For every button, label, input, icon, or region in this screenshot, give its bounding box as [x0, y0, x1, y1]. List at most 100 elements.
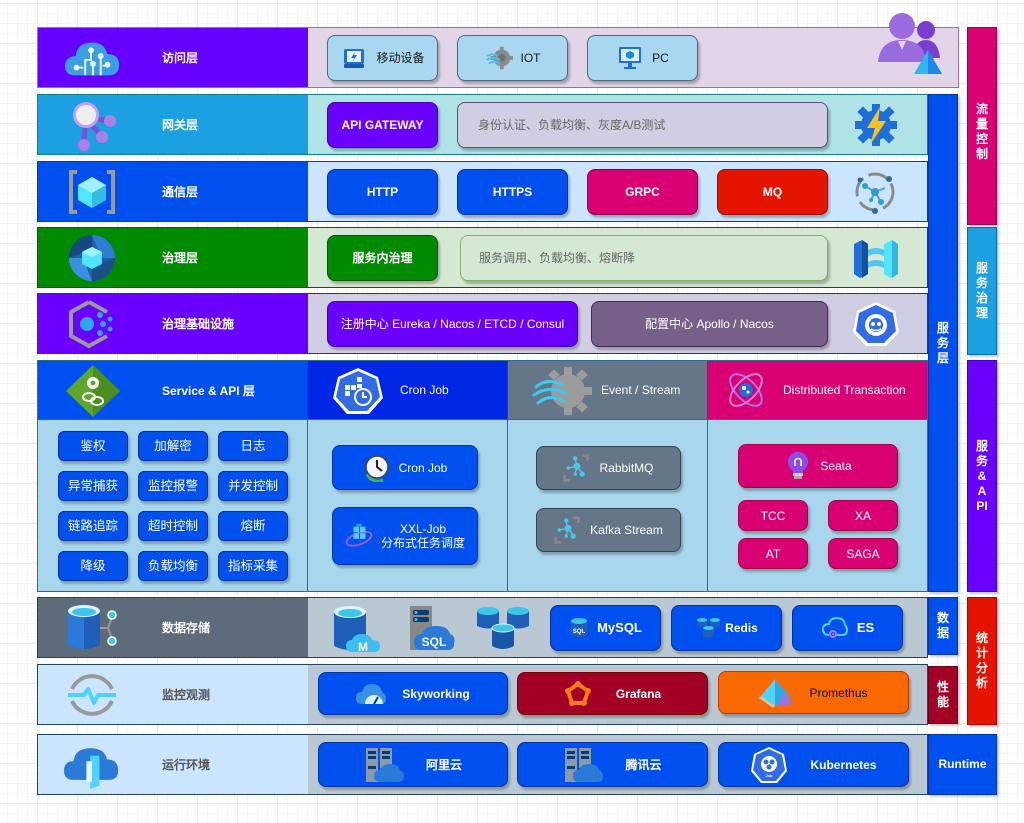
feature-button[interactable]: 并发控制: [218, 471, 288, 501]
protocol-http-button[interactable]: HTTP: [327, 169, 438, 215]
performance-bar: 性能: [928, 666, 958, 724]
statistics-bar: 统计分析: [967, 597, 997, 725]
iot-gear-icon: [485, 44, 513, 72]
tx-mode-saga[interactable]: SAGA: [828, 538, 898, 569]
skywalking-label: Skyworking: [402, 686, 470, 701]
tx-mode-xa[interactable]: XA: [828, 500, 898, 531]
feature-button[interactable]: 降级: [58, 551, 128, 581]
es-button[interactable]: ES: [792, 605, 903, 651]
config-center-button[interactable]: 配置中心 Apollo / Nacos: [591, 301, 828, 347]
hub-network-icon: [853, 170, 897, 219]
infrastructure-layer-label-cell: 治理基础设施: [38, 294, 308, 353]
gateway-description-text: 身份认证、负载均衡、灰度A/B测试: [478, 118, 666, 132]
access-item-iot-label: IOT: [520, 51, 541, 65]
seata-button[interactable]: Seata: [738, 444, 898, 488]
rabbitmq-button[interactable]: RabbitMQ: [536, 446, 681, 490]
svg-text:SQL: SQL: [573, 629, 586, 635]
feature-button-label: 降级: [80, 559, 106, 573]
protocol-mq-label: MQ: [762, 185, 783, 199]
event-stream-header: Event / Stream: [508, 361, 708, 419]
clock-icon: [363, 454, 391, 482]
tx-mode-at[interactable]: AT: [738, 538, 808, 569]
svg-text:SQL: SQL: [422, 635, 447, 649]
performance-bar-label: 性能: [936, 680, 949, 709]
distributed-transaction-title: Distributed Transaction: [783, 383, 906, 397]
protocol-https-button[interactable]: HTTPS: [457, 169, 568, 215]
storage-layer-title: 数据存储: [162, 621, 211, 635]
protocol-grpc-button[interactable]: GRPC: [587, 169, 698, 215]
feature-button[interactable]: 日志: [218, 431, 288, 461]
infrastructure-layer-content: 注册中心 Eureka / Nacos / ETCD / Consul 配置中心…: [308, 294, 927, 353]
governance-layer-title: 治理层: [162, 251, 199, 265]
prometheus-button[interactable]: Promethus: [718, 671, 909, 714]
feature-button[interactable]: 指标采集: [218, 551, 288, 581]
feature-button[interactable]: 加解密: [138, 431, 208, 461]
service-api-layer: Service & API 层 Cron Job Event / Stream …: [37, 360, 928, 592]
cron-job-button[interactable]: Cron Job: [332, 445, 478, 490]
prometheus-label: Promethus: [809, 685, 868, 700]
access-item-pc[interactable]: PC: [587, 35, 698, 81]
governance-description-text: 服务调用、负载均衡、熔断降: [479, 251, 636, 265]
governance-layer: 治理层 服务内治理 服务调用、负载均衡、熔断降: [37, 227, 928, 288]
communication-layer-content: HTTP HTTPS GRPC MQ: [308, 162, 927, 221]
feature-button-label: 负载均衡: [147, 559, 198, 573]
access-item-iot[interactable]: IOT: [457, 35, 568, 81]
kafka-stream-button[interactable]: Kafka Stream: [536, 508, 681, 552]
feature-button[interactable]: 熔断: [218, 511, 288, 541]
cloud-circuit-icon: [64, 33, 120, 83]
kubernetes-label: Kubernetes: [810, 757, 877, 772]
feature-button-label: 并发控制: [227, 479, 278, 493]
traffic-control-bar: 流量控制: [967, 27, 997, 225]
storage-layer-content: M SQL SQL MySQL Redis ES: [308, 598, 927, 657]
redis-cluster-icon: [695, 614, 723, 642]
infrastructure-layer: 治理基础设施 注册中心 Eureka / Nacos / ETCD / Cons…: [37, 293, 928, 354]
skywalking-button[interactable]: Skyworking: [318, 672, 508, 715]
xxl-job-button[interactable]: XXL-Job 分布式任务调度: [332, 507, 478, 565]
registry-center-button[interactable]: 注册中心 Eureka / Nacos / ETCD / Consul: [327, 301, 578, 347]
cubes-orbit-icon: [345, 522, 373, 550]
grafana-button[interactable]: Grafana: [517, 672, 708, 715]
api-gateway-label: API GATEWAY: [341, 118, 424, 132]
access-layer-title: 访问层: [162, 51, 199, 65]
api-gateway-button[interactable]: API GATEWAY: [327, 102, 438, 148]
feature-button[interactable]: 链路追踪: [58, 511, 128, 541]
tencent-cloud-button[interactable]: 腾讯云: [517, 742, 708, 787]
feature-button-label: 监控报警: [147, 479, 198, 493]
monitoring-layer-title: 监控观测: [162, 688, 211, 702]
cron-job-header: Cron Job: [308, 361, 508, 419]
aliyun-button[interactable]: 阿里云: [318, 742, 508, 787]
feature-button[interactable]: 监控报警: [138, 471, 208, 501]
redis-button[interactable]: Redis: [671, 605, 782, 651]
service-governance-bar-label: 服务治理: [975, 261, 988, 320]
grafana-icon: [564, 680, 592, 708]
gateway-description-box: 身份认证、负载均衡、灰度A/B测试: [457, 102, 828, 148]
runtime-bar-label: Runtime: [938, 757, 987, 771]
cron-job-button-label: Cron Job: [398, 460, 448, 475]
feature-button[interactable]: 异常捕获: [58, 471, 128, 501]
gear-lightning-icon: [854, 103, 898, 152]
data-bar: 数据: [928, 597, 958, 655]
feature-button-label: 异常捕获: [67, 479, 118, 493]
svg-text:M: M: [358, 640, 368, 654]
protocol-http-label: HTTP: [366, 185, 399, 199]
registry-center-label: 注册中心 Eureka / Nacos / ETCD / Consul: [340, 317, 565, 331]
kubernetes-button[interactable]: Job Kubernetes: [718, 742, 909, 787]
access-item-mobile-label: 移动设备: [376, 51, 425, 65]
feature-button[interactable]: 负载均衡: [138, 551, 208, 581]
access-layer-label-cell: 访问层: [38, 28, 308, 87]
in-service-governance-button[interactable]: 服务内治理: [327, 235, 438, 281]
feature-button[interactable]: 鉴权: [58, 431, 128, 461]
mysql-button[interactable]: SQL MySQL: [550, 605, 661, 651]
storage-layer-label-cell: 数据存储: [38, 598, 308, 657]
protocol-mq-button[interactable]: MQ: [717, 169, 828, 215]
redis-label: Redis: [725, 621, 758, 635]
cloud-gauge-icon: [356, 680, 387, 708]
access-item-mobile[interactable]: 移动设备: [327, 35, 438, 81]
access-layer: 访问层 移动设备 IOT PC: [37, 27, 959, 88]
tx-mode-tcc[interactable]: TCC: [738, 500, 808, 531]
feature-button[interactable]: 超时控制: [138, 511, 208, 541]
event-gear-icon: [532, 365, 592, 420]
protocol-grpc-label: GRPC: [625, 185, 660, 199]
sql-server-icon: SQL: [408, 604, 456, 657]
protocol-https-label: HTTPS: [492, 185, 533, 199]
